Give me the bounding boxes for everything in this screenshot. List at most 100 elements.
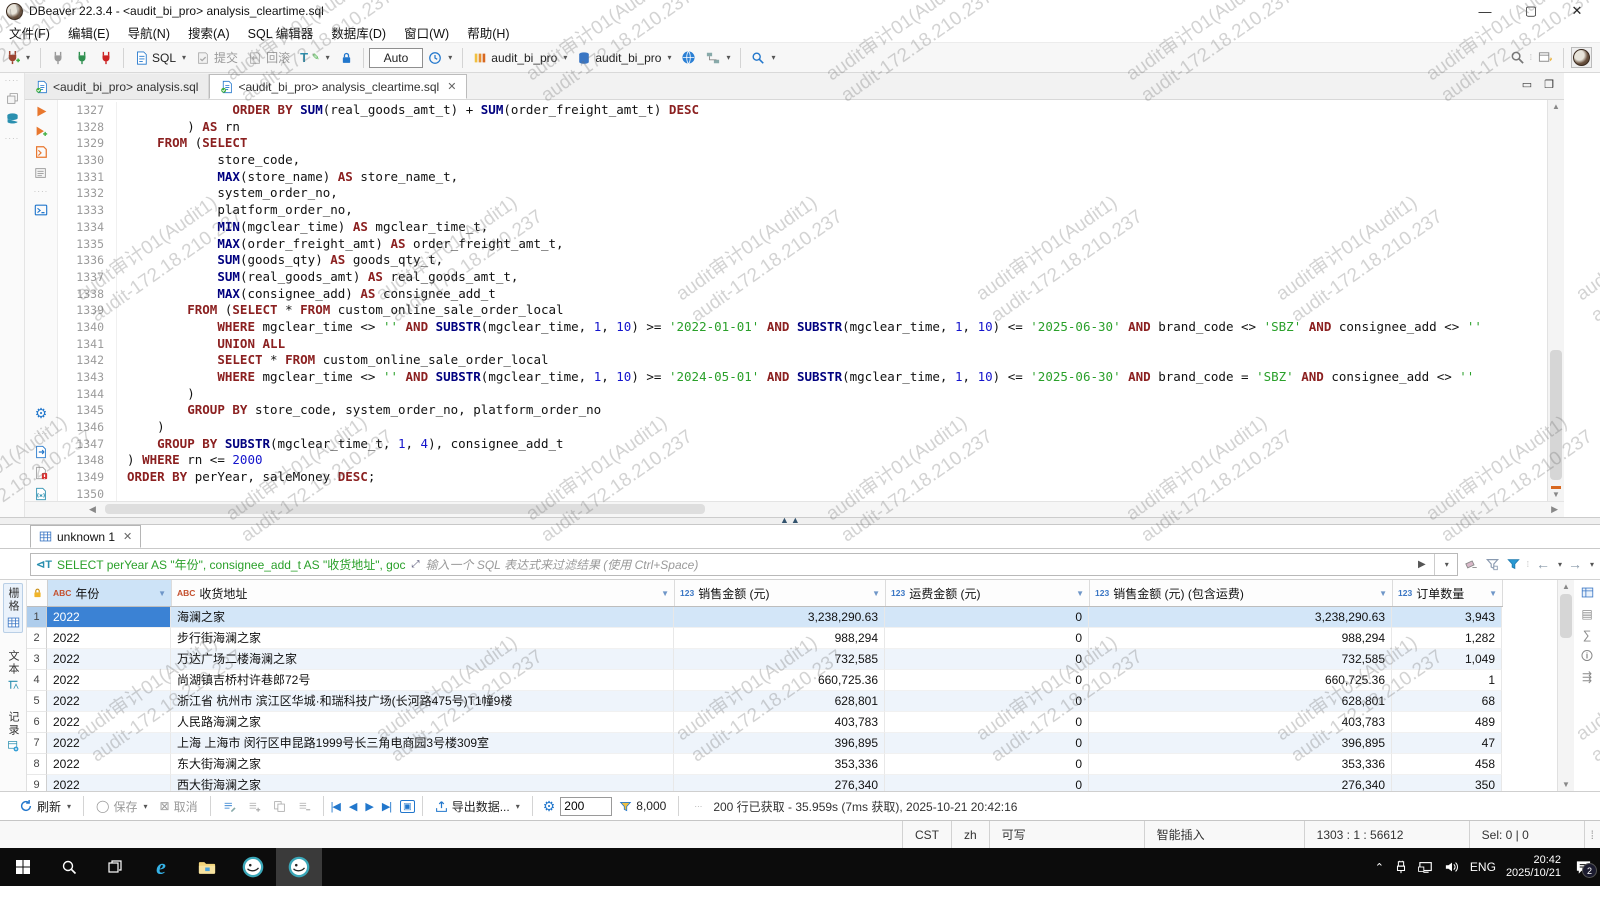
view-tab-grid[interactable]: 栅格	[3, 583, 23, 633]
editor-results-splitter[interactable]: ▲▲	[0, 518, 1600, 525]
code-line[interactable]: 1350	[58, 486, 1547, 501]
panel-calc-icon[interactable]: ∑	[1583, 629, 1592, 641]
row-number[interactable]: 4	[27, 670, 47, 691]
grid-cell[interactable]: 396,895	[1089, 733, 1392, 754]
row-number[interactable]: 7	[27, 733, 47, 754]
row-limit-button[interactable]: 8,000	[616, 797, 669, 815]
grid-cell[interactable]: 2022	[47, 733, 171, 754]
save-button[interactable]: ◯ 保存▾	[93, 796, 150, 817]
rollback-button[interactable]: 回滚	[245, 47, 293, 68]
lock-button[interactable]	[337, 49, 356, 67]
menu-item-1[interactable]: 编辑(E)	[59, 23, 119, 42]
column-header-4[interactable]: 123销售金额 (元) (包含运费)▼	[1090, 580, 1393, 606]
database-selector[interactable]: audit_bi_pro▾	[574, 49, 674, 67]
results-tab-unknown1[interactable]: unknown 1 ✕	[30, 525, 141, 548]
code-line[interactable]: 1344)	[58, 386, 1547, 403]
menu-item-0[interactable]: 文件(F)	[0, 23, 59, 42]
disconnect-button[interactable]	[96, 49, 116, 67]
code-line[interactable]: 1329FROM (SELECT	[58, 135, 1547, 152]
maximize-editor-icon[interactable]: ❐	[1544, 78, 1554, 91]
row-number[interactable]: 5	[27, 691, 47, 712]
cancel-button[interactable]: ⊠ 取消	[157, 796, 201, 817]
usb-tray-icon[interactable]	[1394, 860, 1408, 874]
code-line[interactable]: 1331MAX(store_name) AS store_name_t,	[58, 169, 1547, 186]
execute-script-button[interactable]	[34, 145, 48, 159]
connect-button[interactable]	[48, 49, 68, 67]
grid-cell[interactable]: 732,585	[674, 649, 885, 670]
grid-cell[interactable]: 3,238,290.63	[1089, 607, 1392, 628]
grid-cell[interactable]: 68	[1392, 691, 1502, 712]
edit-cell-button[interactable]	[220, 798, 239, 815]
execute-new-tab-button[interactable]	[35, 125, 48, 138]
grid-cell[interactable]: 2022	[47, 607, 171, 628]
grid-cell[interactable]: 0	[885, 733, 1089, 754]
filter-history-icon[interactable]: ▾	[1445, 560, 1449, 569]
grid-settings-icon[interactable]: ⚙	[543, 798, 556, 815]
grid-cell[interactable]: 1	[1392, 670, 1502, 691]
connection-selector[interactable]: audit_bi_pro▾	[470, 49, 570, 67]
panel-grid-icon[interactable]	[1581, 586, 1594, 599]
code-line[interactable]: 1333platform_order_no,	[58, 202, 1547, 219]
taskbar-clock[interactable]: 20:42 2025/10/21	[1506, 854, 1561, 880]
column-filter-arrow-icon[interactable]: ▼	[661, 589, 669, 598]
row-number[interactable]: 2	[27, 628, 47, 649]
code-line[interactable]: 1330store_code,	[58, 152, 1547, 169]
grid-cell[interactable]: 0	[885, 628, 1089, 649]
filter-outline-icon[interactable]	[1485, 557, 1500, 571]
grid-cell[interactable]: 0	[885, 649, 1089, 670]
erase-filter-icon[interactable]	[1464, 557, 1479, 571]
nav-back-icon[interactable]: ←	[1536, 556, 1550, 572]
column-header-0[interactable]: ABC年份▼	[48, 580, 172, 606]
delete-row-button[interactable]	[295, 798, 314, 815]
task-view-button[interactable]	[92, 848, 138, 886]
code-line[interactable]: 1338MAX(consignee_add) AS consignee_add_…	[58, 286, 1547, 303]
execute-statement-button[interactable]	[35, 105, 48, 118]
minimize-editor-icon[interactable]: ▭	[1522, 78, 1532, 91]
volume-tray-icon[interactable]	[1444, 860, 1460, 874]
refresh-button[interactable]: 刷新▾	[16, 796, 74, 817]
status-caret-position[interactable]: 1303 : 1 : 56612	[1304, 821, 1469, 848]
column-filter-arrow-icon[interactable]: ▼	[1379, 589, 1387, 598]
grid-cell[interactable]: 988,294	[674, 628, 885, 649]
dbeaver-taskbar-icon-2[interactable]	[276, 848, 322, 886]
row-number[interactable]: 3	[27, 649, 47, 670]
transaction-log-button[interactable]: ▾	[425, 49, 455, 67]
code-line[interactable]: 1347GROUP BY SUBSTR(mgclear_time_t, 1, 4…	[58, 436, 1547, 453]
grid-cell[interactable]: 628,801	[674, 691, 885, 712]
code-line[interactable]: 1327ORDER BY SUM(real_goods_amt_t) + SUM…	[58, 102, 1547, 119]
start-button[interactable]	[0, 848, 46, 886]
grid-cell[interactable]: 2022	[47, 628, 171, 649]
grid-cell[interactable]: 1,282	[1392, 628, 1502, 649]
open-view-button[interactable]	[1535, 48, 1556, 67]
code-line[interactable]: 1334MIN(mgclear_time) AS mgclear_time_t,	[58, 219, 1547, 236]
code-line[interactable]: 1343WHERE mgclear_time <> '' AND SUBSTR(…	[58, 369, 1547, 386]
menu-item-7[interactable]: 帮助(H)	[458, 23, 518, 42]
taskbar-search-button[interactable]	[46, 848, 92, 886]
transaction-mode-button[interactable]: T✎▾	[297, 48, 333, 67]
collapse-chevrons-icon[interactable]: ▲▲	[780, 515, 802, 525]
results-tab-close-icon[interactable]: ✕	[123, 530, 132, 543]
nav-forward-icon[interactable]: →	[1568, 556, 1582, 572]
code-line[interactable]: 1332system_order_no,	[58, 185, 1547, 202]
grid-cell[interactable]: 628,801	[1089, 691, 1392, 712]
grid-cell[interactable]: 660,725.36	[1089, 670, 1392, 691]
code-line[interactable]: 1345GROUP BY store_code, system_order_no…	[58, 402, 1547, 419]
grid-cell[interactable]: 2022	[47, 691, 171, 712]
grid-cell[interactable]: 0	[885, 712, 1089, 733]
code-line[interactable]: 1339FROM (SELECT * FROM custom_online_sa…	[58, 302, 1547, 319]
status-write-mode[interactable]: 可写	[989, 821, 1144, 848]
panel-value-icon[interactable]: ▤	[1581, 608, 1592, 620]
code-line[interactable]: 1335MAX(order_freight_amt) AS order_frei…	[58, 236, 1547, 253]
search-dropdown-button[interactable]: ▾	[748, 49, 778, 67]
code-line[interactable]: 1349ORDER BY perYear, saleMoney DESC;	[58, 469, 1547, 486]
column-filter-arrow-icon[interactable]: ▼	[158, 589, 166, 598]
close-button[interactable]: ✕	[1554, 0, 1600, 22]
grid-cell[interactable]: 0	[885, 670, 1089, 691]
grid-cell[interactable]: 2022	[47, 670, 171, 691]
last-page-button[interactable]: ▶|	[382, 800, 391, 813]
minimize-button[interactable]: —	[1462, 0, 1508, 22]
grid-corner-cell[interactable]	[27, 580, 48, 606]
code-line[interactable]: 1342SELECT * FROM custom_online_sale_ord…	[58, 352, 1547, 369]
view-tab-record[interactable]: 记录	[4, 708, 22, 755]
grid-cell[interactable]: 353,336	[1089, 754, 1392, 775]
